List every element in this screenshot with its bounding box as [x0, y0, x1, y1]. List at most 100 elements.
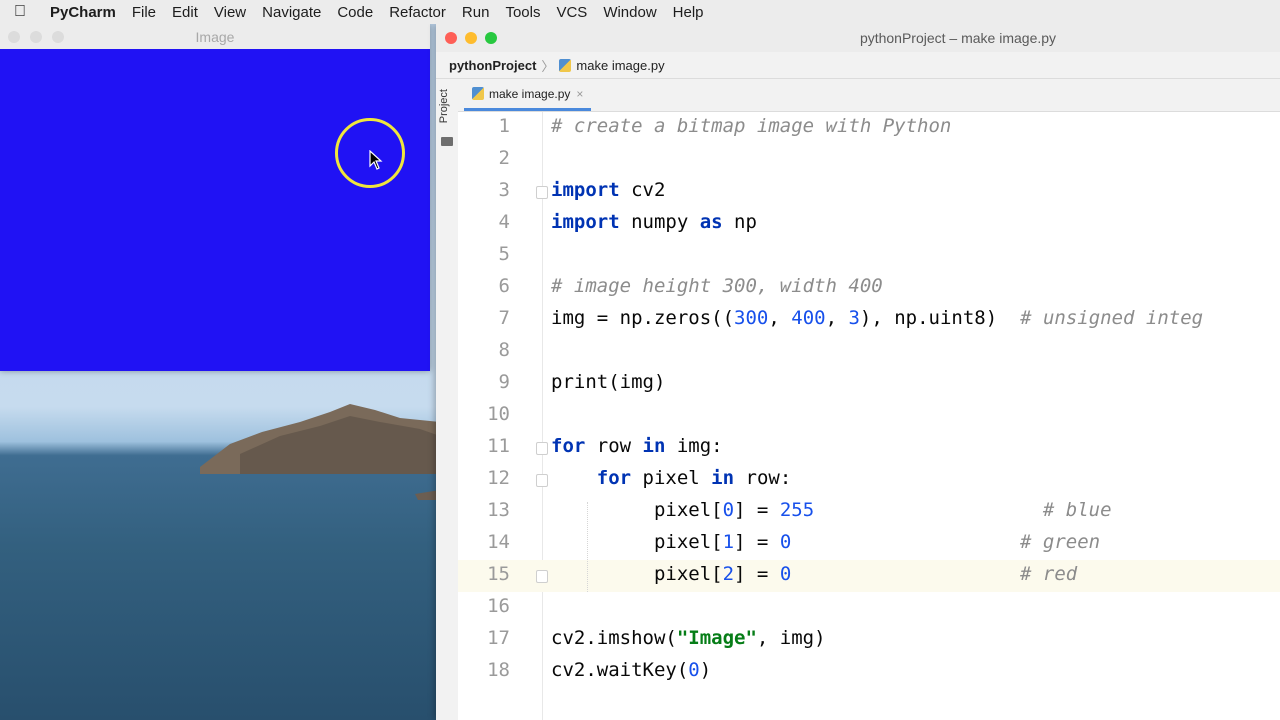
- code-text: img = np.zeros((300, 400, 3), np.uint8) …: [551, 307, 1203, 329]
- line-number: 3: [498, 179, 510, 201]
- number: 400: [791, 307, 826, 329]
- comment: # unsigned integ: [1020, 307, 1204, 329]
- menu-help[interactable]: Help: [665, 4, 712, 21]
- code-token: , img): [756, 627, 826, 649]
- code-token: pixel[: [653, 531, 723, 553]
- code-token: pixel[: [653, 499, 723, 521]
- code-line: 14 pixel[1] = 0 # green: [458, 528, 1280, 560]
- code-line: 1 # create a bitmap image with Python: [458, 112, 1280, 144]
- ide-window-title: pythonProject – make image.py: [859, 30, 1057, 46]
- line-number: 7: [498, 307, 510, 329]
- number: 255: [779, 499, 815, 521]
- line-number: 6: [498, 275, 510, 297]
- image-window: Image: [0, 24, 430, 371]
- code-token: img:: [665, 435, 723, 457]
- number: 0: [688, 659, 700, 681]
- tab-close-icon[interactable]: ×: [576, 87, 583, 101]
- code-token: ,: [825, 307, 849, 329]
- keyword: for: [596, 467, 632, 489]
- number: 0: [779, 563, 792, 585]
- code-line: 2: [458, 144, 1280, 176]
- ide-titlebar[interactable]: pythonProject – make image.py: [436, 24, 1280, 52]
- code-text: print(img): [551, 371, 665, 393]
- code-text: pixel[1] = 0 # green: [551, 531, 1100, 553]
- string: "Image": [676, 627, 757, 649]
- line-number: 11: [487, 435, 510, 457]
- code-token: ,: [768, 307, 792, 329]
- code-text: pixel[0] = 255 # blue: [551, 499, 1112, 521]
- menu-vcs[interactable]: VCS: [548, 4, 595, 21]
- menu-code[interactable]: Code: [329, 4, 381, 21]
- tab-make-image[interactable]: make image.py ×: [464, 79, 592, 111]
- line-number: 14: [487, 531, 510, 553]
- menu-app-name[interactable]: PyCharm: [42, 4, 124, 21]
- code-text: pixel[2] = 0 # red: [551, 563, 1077, 585]
- code-token: row: [585, 435, 643, 457]
- code-line: 8: [458, 336, 1280, 368]
- comment: # red: [1020, 563, 1078, 585]
- breadcrumb-project[interactable]: pythonProject: [449, 58, 536, 73]
- number: 1: [722, 531, 735, 553]
- menu-file[interactable]: File: [124, 4, 164, 21]
- line-number: 17: [487, 627, 510, 649]
- image-window-titlebar[interactable]: Image: [0, 24, 430, 50]
- code-token: pixel[: [653, 563, 723, 585]
- line-number: 16: [487, 595, 510, 617]
- tool-window-strip: Project: [436, 79, 459, 720]
- code-line: 11 for row in img:: [458, 432, 1280, 464]
- code-text: # image height 300, width 400: [551, 275, 883, 297]
- line-number: 12: [487, 467, 510, 489]
- number: 0: [779, 531, 792, 553]
- code-text: import cv2: [551, 179, 665, 201]
- code-text: cv2.waitKey(0): [551, 659, 711, 681]
- code-text: cv2.imshow("Image", img): [551, 627, 826, 649]
- project-tool-button[interactable]: Project: [438, 89, 450, 123]
- mouse-pointer-icon: [369, 150, 383, 170]
- fold-marker-icon[interactable]: [536, 186, 548, 199]
- code-token: cv2.imshow(: [551, 627, 677, 649]
- fold-marker-icon[interactable]: [536, 474, 548, 487]
- menu-view[interactable]: View: [206, 4, 254, 21]
- keyword: import: [551, 179, 620, 201]
- line-number: 1: [498, 115, 510, 137]
- number: 2: [722, 563, 735, 585]
- menu-refactor[interactable]: Refactor: [381, 4, 454, 21]
- code-editor[interactable]: 1 # create a bitmap image with Python 2 …: [458, 112, 1280, 720]
- menu-edit[interactable]: Edit: [164, 4, 206, 21]
- menu-window[interactable]: Window: [595, 4, 664, 21]
- keyword: for: [551, 435, 586, 457]
- comment: # image height 300, width 400: [551, 275, 883, 297]
- code-token: ), np.uint8): [859, 307, 1021, 329]
- image-canvas[interactable]: [0, 49, 430, 371]
- chevron-right-icon: 〉: [541, 58, 555, 74]
- python-file-icon: [472, 87, 484, 100]
- indent-guide: [587, 502, 588, 592]
- code-token: cv2.waitKey(: [551, 659, 689, 681]
- code-token: ] =: [734, 563, 780, 585]
- line-number: 15: [487, 563, 510, 585]
- menu-run[interactable]: Run: [454, 4, 498, 21]
- code-line: 9 print(img): [458, 368, 1280, 400]
- code-line: 16: [458, 592, 1280, 624]
- menu-tools[interactable]: Tools: [497, 4, 548, 21]
- image-window-title: Image: [195, 28, 235, 45]
- code-token: np: [722, 211, 757, 233]
- fold-marker-icon[interactable]: [536, 442, 548, 455]
- code-text: for row in img:: [551, 435, 723, 457]
- code-line: 13 pixel[0] = 255 # blue: [458, 496, 1280, 528]
- comment: # create a bitmap image with Python: [551, 115, 952, 137]
- apple-icon[interactable]: : [0, 3, 40, 21]
- number: 0: [722, 499, 735, 521]
- folder-icon[interactable]: [441, 137, 453, 146]
- code-token: ] =: [734, 531, 780, 553]
- breadcrumb: pythonProject 〉 make image.py: [436, 52, 1280, 79]
- code-text: import numpy as np: [551, 211, 757, 233]
- menu-navigate[interactable]: Navigate: [254, 4, 329, 21]
- tab-label: make image.py: [489, 86, 571, 101]
- fold-marker-icon[interactable]: [536, 570, 548, 583]
- breadcrumb-file[interactable]: make image.py: [576, 58, 664, 73]
- code-line: 3 import cv2: [458, 176, 1280, 208]
- line-number: 18: [487, 659, 510, 681]
- line-number: 13: [487, 499, 510, 521]
- line-number: 2: [498, 147, 510, 169]
